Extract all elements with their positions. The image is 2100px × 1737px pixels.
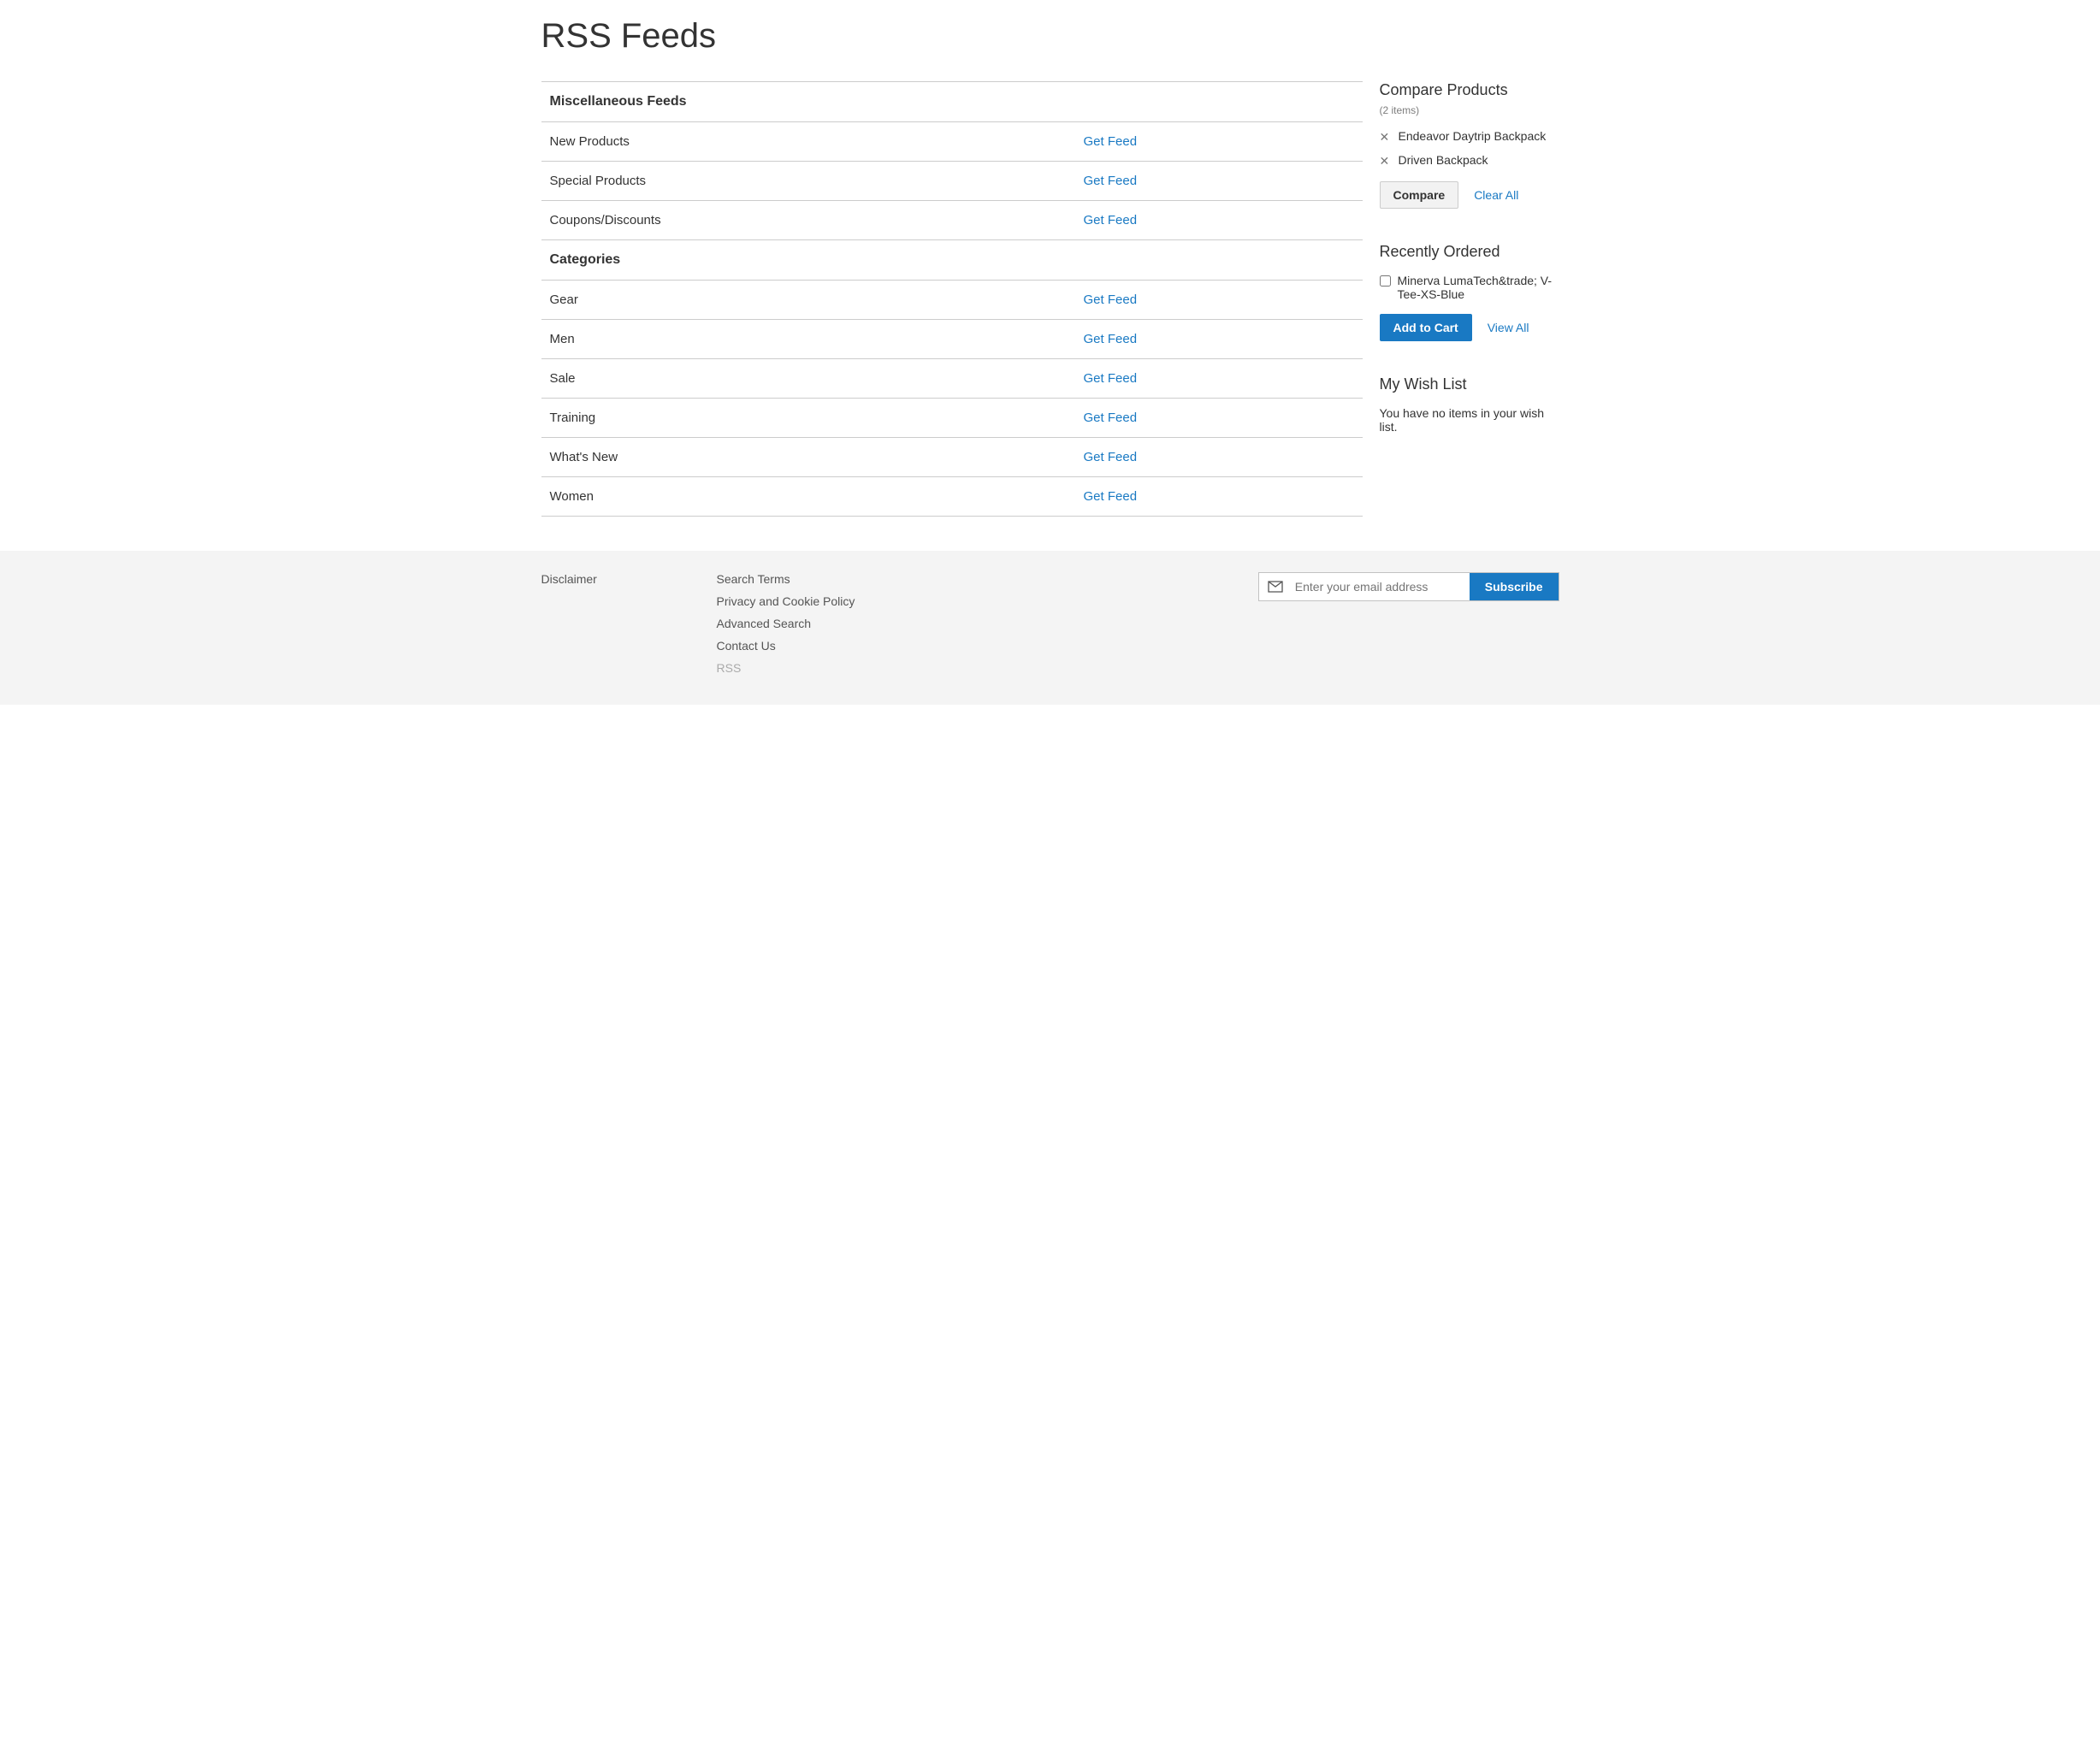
wishlist-block: My Wish List You have no items in your w… — [1380, 375, 1559, 434]
feed-label: Sale — [541, 359, 1075, 399]
recently-ordered-block: Recently Ordered Minerva LumaTech&trade;… — [1380, 243, 1559, 341]
get-feed-link[interactable]: Get Feed — [1084, 292, 1138, 307]
subscribe-button[interactable]: Subscribe — [1470, 573, 1559, 600]
feed-label: New Products — [541, 122, 1075, 162]
remove-compare-icon[interactable]: ✕ — [1380, 153, 1392, 168]
feed-label: Training — [541, 399, 1075, 438]
compare-item-name[interactable]: Endeavor Daytrip Backpack — [1399, 129, 1547, 143]
sidebar: Compare Products (2 items) ✕ Endeavor Day… — [1380, 81, 1559, 517]
reorder-item: Minerva LumaTech&trade; V-Tee-XS-Blue — [1380, 274, 1559, 301]
feed-label: What's New — [541, 438, 1075, 477]
compare-item-name[interactable]: Driven Backpack — [1399, 153, 1488, 167]
feed-label: Gear — [541, 281, 1075, 320]
footer-link[interactable]: Contact Us — [717, 639, 776, 653]
footer-link[interactable]: Search Terms — [717, 572, 790, 586]
get-feed-link[interactable]: Get Feed — [1084, 213, 1138, 227]
view-all-link[interactable]: View All — [1488, 321, 1529, 334]
compare-title: Compare Products — [1380, 81, 1559, 99]
get-feed-link[interactable]: Get Feed — [1084, 411, 1138, 425]
reorder-checkbox[interactable] — [1380, 275, 1391, 287]
footer-links: Search Terms Privacy and Cookie Policy Adv… — [717, 572, 855, 675]
feed-label: Special Products — [541, 162, 1075, 201]
remove-compare-icon[interactable]: ✕ — [1380, 129, 1392, 145]
wishlist-title: My Wish List — [1380, 375, 1559, 393]
mail-icon — [1259, 573, 1290, 600]
clear-all-link[interactable]: Clear All — [1474, 188, 1518, 202]
main-content: Miscellaneous FeedsNew Products Get Feed S… — [541, 81, 1363, 517]
footer-link[interactable]: Privacy and Cookie Policy — [717, 594, 855, 608]
page-title: RSS Feeds — [541, 0, 1559, 81]
compare-item: ✕ Driven Backpack — [1380, 153, 1559, 168]
footer-link-current: RSS — [717, 661, 742, 675]
get-feed-link[interactable]: Get Feed — [1084, 371, 1138, 386]
newsletter-input[interactable] — [1290, 573, 1470, 600]
wishlist-empty-text: You have no items in your wish list. — [1380, 406, 1559, 434]
compare-button[interactable]: Compare — [1380, 181, 1459, 209]
rss-feeds-table: Miscellaneous FeedsNew Products Get Feed S… — [541, 81, 1363, 517]
footer-link[interactable]: Advanced Search — [717, 617, 812, 630]
get-feed-link[interactable]: Get Feed — [1084, 134, 1138, 149]
get-feed-link[interactable]: Get Feed — [1084, 174, 1138, 188]
feed-label: Women — [541, 477, 1075, 517]
feed-section-header: Miscellaneous Feeds — [541, 82, 1363, 122]
feed-section-header: Categories — [541, 240, 1363, 281]
feed-label: Men — [541, 320, 1075, 359]
compare-item: ✕ Endeavor Daytrip Backpack — [1380, 129, 1559, 145]
footer-disclaimer[interactable]: Disclaimer — [541, 572, 717, 586]
get-feed-link[interactable]: Get Feed — [1084, 489, 1138, 504]
reorder-item-name[interactable]: Minerva LumaTech&trade; V-Tee-XS-Blue — [1398, 274, 1559, 301]
feed-label: Coupons/Discounts — [541, 201, 1075, 240]
add-to-cart-button[interactable]: Add to Cart — [1380, 314, 1472, 341]
compare-products-block: Compare Products (2 items) ✕ Endeavor Day… — [1380, 81, 1559, 209]
footer: Disclaimer Search Terms Privacy and Cooki… — [0, 551, 2100, 705]
newsletter-form: Subscribe — [1258, 572, 1559, 601]
get-feed-link[interactable]: Get Feed — [1084, 450, 1138, 464]
recently-ordered-title: Recently Ordered — [1380, 243, 1559, 261]
get-feed-link[interactable]: Get Feed — [1084, 332, 1138, 346]
compare-count: (2 items) — [1380, 104, 1559, 116]
